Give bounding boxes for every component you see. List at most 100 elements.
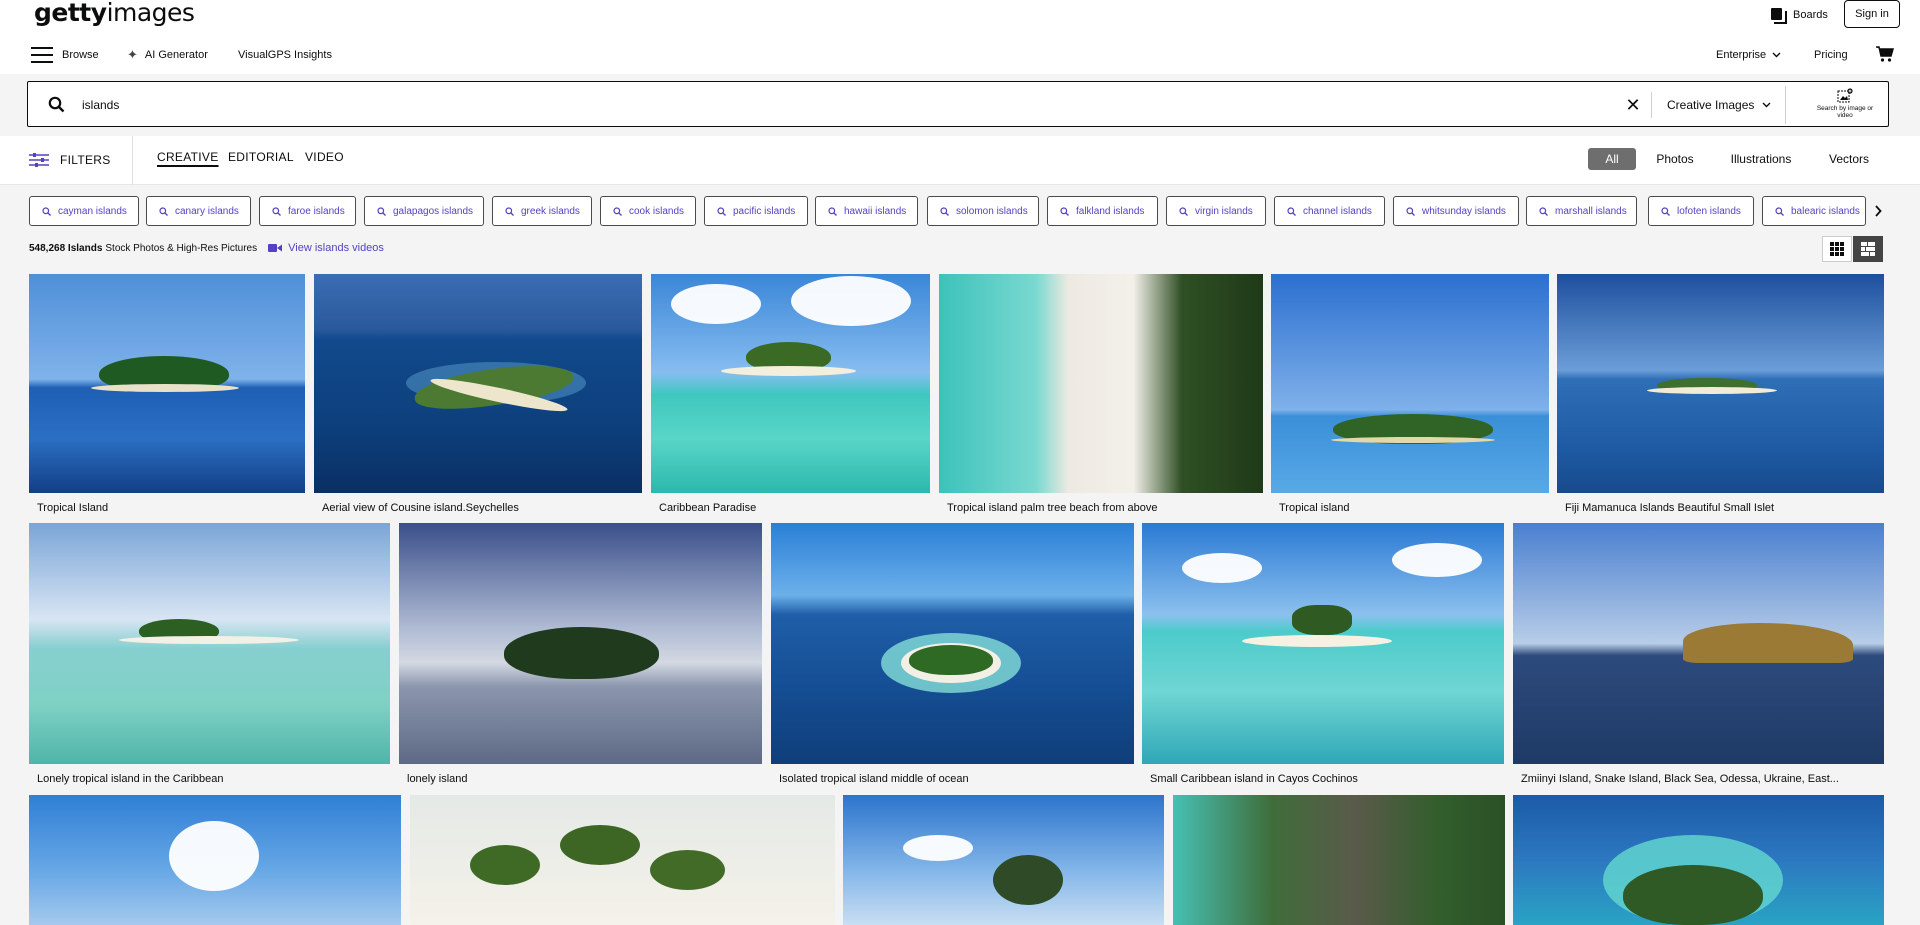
- search-icon: [828, 206, 837, 216]
- related-search-chip[interactable]: falkland islands: [1047, 196, 1158, 226]
- grid-icon: [1830, 242, 1844, 256]
- chevron-down-icon: [1762, 100, 1771, 110]
- sign-in-button[interactable]: Sign in: [1844, 0, 1900, 28]
- related-search-chip[interactable]: channel islands: [1274, 196, 1385, 226]
- tab-creative[interactable]: CREATIVE: [157, 150, 219, 170]
- chevron-down-icon: [1772, 50, 1781, 60]
- image-thumbnail: [1557, 274, 1884, 493]
- boards-link[interactable]: Boards: [1771, 5, 1828, 25]
- related-search-chip[interactable]: faroe islands: [259, 196, 356, 226]
- view-videos-link[interactable]: View islands videos: [268, 242, 384, 254]
- pricing-link[interactable]: Pricing: [1814, 43, 1848, 67]
- image-tile[interactable]: Zmiinyi Island, Snake Island, Black Sea,…: [1513, 523, 1884, 785]
- related-search-chip[interactable]: hawaii islands: [815, 196, 918, 226]
- image-thumbnail: [1513, 795, 1884, 925]
- type-illustrations[interactable]: Illustrations: [1722, 148, 1800, 170]
- search-icon: [505, 206, 514, 216]
- related-search-chip[interactable]: whitsunday islands: [1393, 196, 1519, 226]
- image-tile[interactable]: Tropical island palm tree beach from abo…: [939, 274, 1263, 514]
- chip-label: cayman islands: [58, 205, 127, 217]
- chip-label: virgin islands: [1195, 205, 1253, 217]
- image-caption: Fiji Mamanuca Islands Beautiful Small Is…: [1565, 502, 1775, 514]
- image-tile[interactable]: Lonely tropical island in the Caribbean: [29, 523, 390, 785]
- image-tile[interactable]: [843, 795, 1164, 925]
- search-icon[interactable]: [48, 96, 65, 113]
- related-search-chip[interactable]: balearic islands: [1762, 196, 1866, 226]
- search-by-image-button[interactable]: Search by image or video: [1805, 85, 1885, 125]
- search-by-image-label: Search by image or video: [1816, 105, 1874, 119]
- image-tile[interactable]: [1173, 795, 1505, 925]
- pricing-label: Pricing: [1814, 49, 1848, 61]
- related-searches: cayman islands canary islands faroe isla…: [0, 185, 1920, 231]
- search-bar: ✕ Creative Images Search by image or vid…: [27, 81, 1889, 127]
- image-tile[interactable]: Aerial view of Cousine island.Seychelles: [314, 274, 642, 514]
- search-scope-select[interactable]: Creative Images: [1667, 94, 1771, 116]
- image-caption: Aerial view of Cousine island.Seychelles: [322, 502, 519, 514]
- filters-button[interactable]: FILTERS: [29, 150, 111, 170]
- image-tile[interactable]: Tropical island: [1271, 274, 1549, 514]
- ai-generator-label: AI Generator: [144, 49, 208, 61]
- results-count: 548,268 Islands Stock Photos & High-Res …: [29, 242, 384, 254]
- image-thumbnail: [29, 274, 305, 493]
- search-icon: [940, 206, 949, 216]
- search-icon: [1775, 206, 1784, 216]
- clear-search-icon[interactable]: ✕: [1623, 95, 1643, 115]
- logo-light: images: [106, 0, 195, 27]
- image-tile[interactable]: Caribbean Paradise: [651, 274, 930, 514]
- related-search-chip[interactable]: virgin islands: [1166, 196, 1266, 226]
- type-photos[interactable]: Photos: [1650, 148, 1700, 170]
- type-vectors[interactable]: Vectors: [1818, 148, 1880, 170]
- image-caption: Tropical island palm tree beach from abo…: [947, 502, 1158, 514]
- enterprise-label: Enterprise: [1716, 49, 1767, 61]
- image-tile[interactable]: Tropical Island: [29, 274, 305, 514]
- image-thumbnail: [939, 274, 1263, 493]
- image-caption: Small Caribbean island in Cayos Cochinos: [1150, 773, 1358, 785]
- type-all[interactable]: All: [1588, 148, 1636, 170]
- search-icon: [1661, 206, 1670, 216]
- camera-search-icon: [1837, 88, 1853, 103]
- getty-logo[interactable]: getty images: [34, 0, 195, 27]
- related-search-chip[interactable]: solomon islands: [927, 196, 1039, 226]
- image-tile[interactable]: [29, 795, 401, 925]
- top-header: getty images Boards Sign in: [0, 0, 1920, 36]
- search-icon: [1060, 206, 1069, 216]
- tab-video[interactable]: VIDEO: [305, 150, 344, 170]
- sparkle-icon: ✦: [127, 47, 138, 62]
- image-tile[interactable]: Fiji Mamanuca Islands Beautiful Small Is…: [1557, 274, 1884, 514]
- chevron-right-icon[interactable]: [1866, 196, 1890, 226]
- related-search-chip[interactable]: cayman islands: [29, 196, 139, 226]
- search-icon: [1406, 206, 1415, 216]
- chip-label: whitsunday islands: [1422, 205, 1506, 217]
- image-tile[interactable]: [410, 795, 835, 925]
- chip-label: pacific islands: [733, 205, 796, 217]
- image-thumbnail: [843, 795, 1164, 925]
- related-search-chip[interactable]: marshall islands: [1526, 196, 1637, 226]
- chip-label: greek islands: [521, 205, 580, 217]
- ai-generator-link[interactable]: ✦ AI Generator: [127, 43, 208, 67]
- grid-view-toggle[interactable]: [1822, 236, 1852, 262]
- chip-label: faroe islands: [288, 205, 345, 217]
- enterprise-menu[interactable]: Enterprise: [1716, 43, 1781, 67]
- chip-label: cook islands: [629, 205, 685, 217]
- related-search-chip[interactable]: lofoten islands: [1648, 196, 1754, 226]
- image-caption: Lonely tropical island in the Caribbean: [37, 773, 224, 785]
- image-caption: Caribbean Paradise: [659, 502, 757, 514]
- related-search-chip[interactable]: canary islands: [146, 196, 251, 226]
- image-tile[interactable]: Small Caribbean island in Cayos Cochinos: [1142, 523, 1504, 785]
- related-search-chip[interactable]: galapagos islands: [364, 196, 484, 226]
- chip-label: lofoten islands: [1677, 205, 1741, 217]
- image-tile[interactable]: lonely island: [399, 523, 762, 785]
- tab-editorial[interactable]: EDITORIAL: [228, 150, 294, 170]
- image-tile[interactable]: [1513, 795, 1884, 925]
- results-info-bar: 548,268 Islands Stock Photos & High-Res …: [0, 231, 1920, 274]
- cart-icon[interactable]: [1875, 44, 1895, 64]
- related-search-chip[interactable]: cook islands: [600, 196, 696, 226]
- related-search-chip[interactable]: pacific islands: [704, 196, 808, 226]
- visualgps-link[interactable]: VisualGPS Insights: [238, 43, 332, 67]
- image-tile[interactable]: Isolated tropical island middle of ocean: [771, 523, 1134, 785]
- browse-menu[interactable]: Browse: [31, 43, 99, 67]
- mosaic-view-toggle[interactable]: [1853, 236, 1883, 262]
- search-input[interactable]: [82, 92, 1612, 118]
- browse-label: Browse: [62, 49, 99, 61]
- related-search-chip[interactable]: greek islands: [492, 196, 592, 226]
